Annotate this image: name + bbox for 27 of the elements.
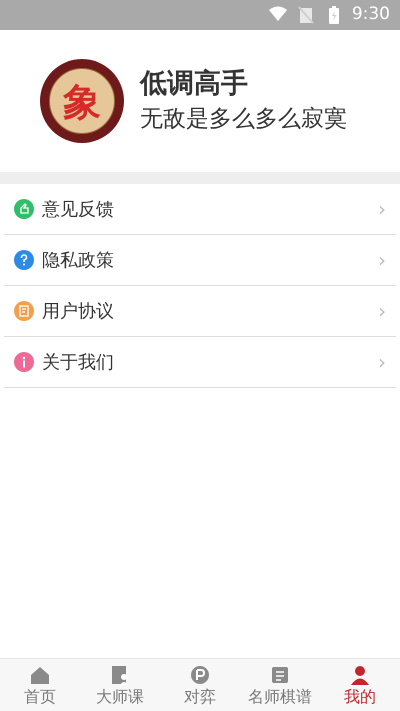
menu-label: 隐私政策 [42,248,114,272]
menu-label: 意见反馈 [42,198,114,222]
document-icon [14,301,34,321]
avatar-character: 象 [49,68,115,134]
chevron-icon: › [378,296,386,326]
menu-item[interactable]: 关于我们 › [4,337,396,388]
chevron-icon: › [378,347,386,377]
menu-item[interactable]: 隐私政策 › [4,235,396,286]
person-icon [349,664,371,686]
tab-item[interactable]: 我的 [320,659,400,711]
user-name: 低调高手 [140,68,249,100]
tab-item[interactable]: 名师棋谱 [240,659,320,711]
info-icon [14,352,34,372]
menu-label: 关于我们 [42,350,114,374]
menu-item[interactable]: 意见反馈 › [4,184,396,235]
menu-item[interactable]: 用户协议 › [4,286,396,337]
question-icon [14,250,34,270]
chevron-icon: › [378,194,386,224]
menu-label: 用户协议 [42,300,114,324]
tab-item[interactable]: 首页 [0,659,80,711]
tab-item[interactable]: 大师课 [80,659,160,711]
clock-time: 9:30 [352,3,390,26]
no-sim-icon [296,5,316,25]
tab-item[interactable]: 对弈 [160,659,240,711]
chevron-icon: › [378,245,386,275]
home-icon [29,664,51,686]
user-signature: 无敌是多么多么寂寞 [140,106,347,134]
